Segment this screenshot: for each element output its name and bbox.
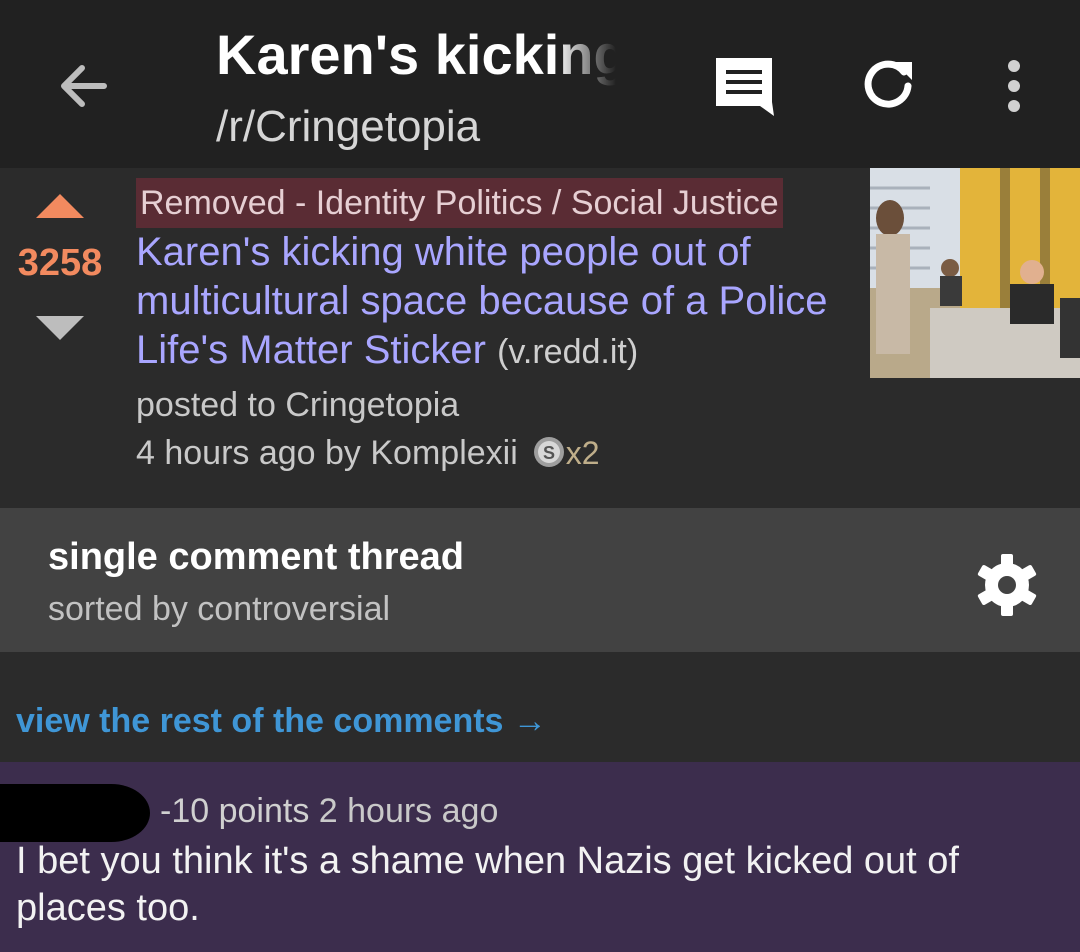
refresh-icon[interactable]	[858, 54, 918, 114]
view-rest-link[interactable]: view the rest of the comments →	[16, 702, 547, 741]
comment-thread-bar: single comment thread sorted by controve…	[0, 508, 1080, 652]
post-title-text[interactable]: Karen's kicking white people out of mult…	[136, 230, 827, 372]
view-rest-area: view the rest of the comments →	[0, 652, 1080, 762]
post-flair: Removed - Identity Politics / Social Jus…	[136, 178, 783, 228]
comment-time: 2 hours ago	[318, 792, 499, 830]
svg-text:S: S	[543, 443, 555, 463]
post-header: 3258 Removed - Identity Politics / Socia…	[0, 168, 1080, 508]
comment-icon[interactable]	[712, 54, 776, 118]
video-thumbnail[interactable]	[870, 168, 1080, 378]
comment[interactable]: -10 points 2 hours ago I bet you think i…	[0, 762, 1080, 952]
comment-points: -10 points	[160, 792, 310, 830]
upvote-icon[interactable]	[34, 192, 86, 220]
post-domain: (v.redd.it)	[497, 333, 639, 371]
comment-body: I bet you think it's a shame when Nazis …	[16, 840, 959, 929]
subreddit-name[interactable]: /r/Cringetopia	[216, 100, 480, 154]
thread-title: single comment thread	[48, 536, 464, 578]
post-title-link[interactable]: Karen's kicking white people out of mult…	[136, 228, 836, 377]
more-vert-icon[interactable]	[996, 56, 1032, 116]
gear-icon[interactable]	[974, 552, 1040, 618]
downvote-icon[interactable]	[34, 314, 86, 342]
toolbar: Karen's kicking /r/Cringetopia	[0, 0, 1080, 168]
back-arrow-icon[interactable]	[54, 56, 114, 116]
post-byline: 4 hours ago by Komplexii S x2	[136, 434, 600, 473]
thread-sort-label: sorted by controversial	[48, 590, 391, 628]
comment-meta: -10 points 2 hours ago	[160, 792, 498, 831]
post-title-header: Karen's kicking	[216, 23, 616, 86]
redacted-username	[0, 784, 150, 842]
posted-to-label[interactable]: posted to Cringetopia	[136, 386, 459, 425]
award-count: x2	[565, 435, 600, 471]
silver-award-icon: S	[533, 437, 564, 468]
byline-text[interactable]: 4 hours ago by Komplexii	[136, 434, 518, 472]
post-score: 3258	[17, 242, 103, 284]
